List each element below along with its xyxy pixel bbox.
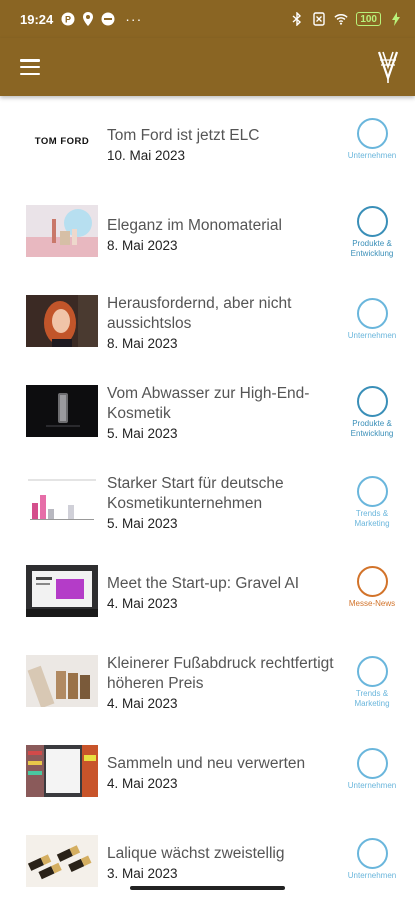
notification-p-icon: P — [61, 12, 75, 26]
category-label: Trends & Marketing — [354, 689, 390, 708]
svg-text:P: P — [65, 15, 71, 25]
category-badge: Produkte & Entwicklung — [341, 386, 403, 439]
category-badge: Trends & Marketing — [341, 656, 403, 709]
article-title: Vom Abwasser zur High-End-Kosmetik — [107, 385, 310, 422]
article-thumbnail — [26, 205, 98, 257]
brand-logo-icon[interactable] — [377, 50, 399, 84]
home-indicator[interactable] — [130, 886, 285, 890]
article-title: Starker Start für deutsche Kosmetikunter… — [107, 475, 284, 512]
category-badge: Trends & Marketing — [341, 476, 403, 529]
category-ring-icon — [356, 656, 388, 687]
article-list: TOM FORD Tom Ford ist jetzt ELC 10. Mai … — [0, 96, 415, 900]
category-label: Produkte & Entwicklung — [350, 419, 394, 438]
battery-icon: 100 — [356, 12, 381, 26]
category-label: Unternehmen — [347, 331, 397, 340]
category-ring-icon — [356, 206, 388, 237]
article-title: Kleinerer Fußabdruck rechtfertigt höhere… — [107, 655, 334, 692]
category-label: Produkte & Entwicklung — [350, 239, 394, 258]
article-thumbnail — [26, 565, 98, 617]
article-thumbnail — [26, 745, 98, 797]
article-title: Meet the Start-up: Gravel AI — [107, 575, 300, 592]
article-date: 3. Mai 2023 — [107, 866, 178, 881]
article-thumbnail — [26, 385, 98, 437]
article-row[interactable]: Kleinerer Fußabdruck rechtfertigt höhere… — [0, 636, 415, 726]
article-thumbnail — [26, 295, 98, 347]
article-date: 5. Mai 2023 — [107, 516, 178, 531]
sim-off-icon — [312, 12, 326, 26]
article-row[interactable]: Herausfordernd, aber nicht aussichtslos … — [0, 276, 415, 366]
status-bar: 19:24 P ··· 100 — [0, 0, 415, 38]
article-date: 4. Mai 2023 — [107, 596, 178, 611]
article-row[interactable]: TOM FORD Tom Ford ist jetzt ELC 10. Mai … — [0, 96, 415, 186]
vpn-icon — [101, 12, 115, 26]
article-thumbnail — [26, 475, 98, 527]
article-date: 4. Mai 2023 — [107, 696, 178, 711]
article-date: 8. Mai 2023 — [107, 238, 178, 253]
category-badge: Messe-News — [341, 566, 403, 609]
more-dots: ··· — [125, 11, 143, 27]
category-label: Unternehmen — [347, 781, 397, 790]
article-row[interactable]: Starker Start für deutsche Kosmetikunter… — [0, 456, 415, 546]
category-badge: Unternehmen — [341, 748, 403, 791]
article-date: 10. Mai 2023 — [107, 148, 186, 163]
category-ring-icon — [356, 476, 388, 507]
article-title: Eleganz im Monomaterial — [107, 217, 282, 234]
category-ring-icon — [356, 838, 388, 869]
status-time: 19:24 — [20, 11, 54, 27]
location-icon — [81, 12, 95, 26]
thumb-logo-text: TOM FORD — [34, 135, 90, 147]
article-thumbnail: TOM FORD — [26, 115, 98, 167]
category-label: Unternehmen — [347, 871, 397, 880]
article-title: Lalique wächst zweistellig — [107, 845, 285, 862]
category-badge: Unternehmen — [341, 298, 403, 341]
article-title: Herausfordernd, aber nicht aussichtslos — [107, 295, 292, 332]
article-row[interactable]: Meet the Start-up: Gravel AI 4. Mai 2023… — [0, 546, 415, 636]
category-ring-icon — [356, 748, 388, 779]
article-date: 5. Mai 2023 — [107, 426, 178, 441]
hamburger-menu-icon[interactable] — [20, 59, 40, 75]
category-badge: Produkte & Entwicklung — [341, 206, 403, 259]
article-thumbnail — [26, 835, 98, 887]
charging-icon — [389, 12, 403, 26]
category-label: Trends & Marketing — [354, 509, 390, 528]
article-row[interactable]: Sammeln und neu verwerten 4. Mai 2023 Un… — [0, 726, 415, 816]
category-ring-icon — [356, 298, 388, 329]
app-bar — [0, 38, 415, 96]
article-title: Tom Ford ist jetzt ELC — [107, 127, 260, 144]
wifi-icon — [334, 12, 348, 26]
category-ring-icon — [356, 386, 388, 417]
category-badge: Unternehmen — [341, 838, 403, 881]
category-label: Messe-News — [348, 599, 396, 608]
article-row[interactable]: Vom Abwasser zur High-End-Kosmetik 5. Ma… — [0, 366, 415, 456]
battery-level: 100 — [360, 13, 377, 25]
category-ring-icon — [356, 566, 388, 597]
category-label: Unternehmen — [347, 151, 397, 160]
bluetooth-icon — [290, 12, 304, 26]
article-thumbnail — [26, 655, 98, 707]
category-badge: Unternehmen — [341, 118, 403, 161]
article-title: Sammeln und neu verwerten — [107, 755, 306, 772]
article-row[interactable]: Eleganz im Monomaterial 8. Mai 2023 Prod… — [0, 186, 415, 276]
category-ring-icon — [356, 118, 388, 149]
article-date: 8. Mai 2023 — [107, 336, 178, 351]
article-date: 4. Mai 2023 — [107, 776, 178, 791]
